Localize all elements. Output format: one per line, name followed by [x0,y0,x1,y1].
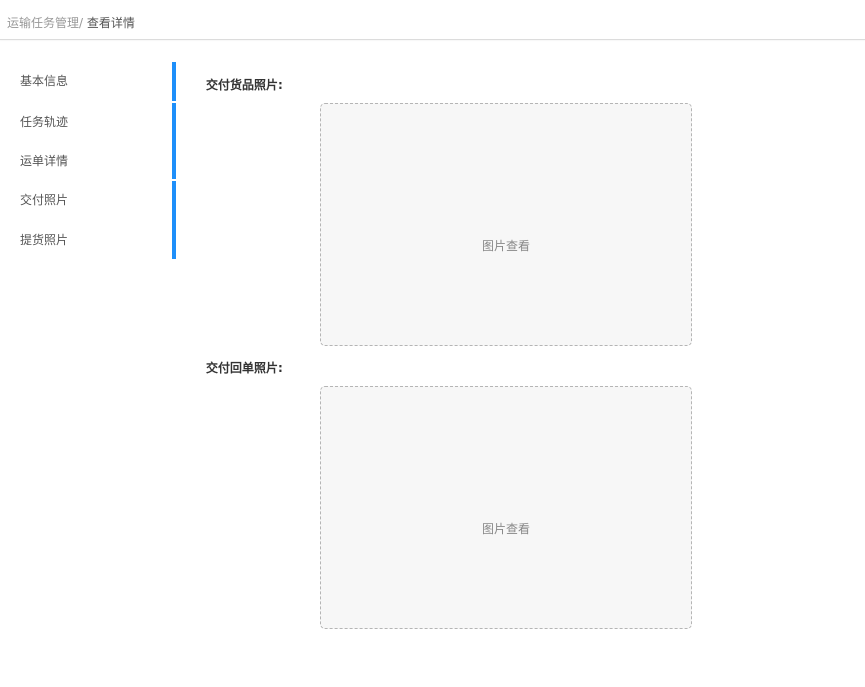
sidebar-item-task-track[interactable]: 任务轨迹 [20,114,68,130]
delivery-goods-photo-box[interactable]: 图片查看 [320,103,692,346]
sidebar-item-waybill-details[interactable]: 运单详情 [20,153,68,169]
photo-view-placeholder: 图片查看 [481,522,530,536]
delivery-receipt-photo-label: 交付回单照片: [206,361,283,375]
delivery-receipt-photo-box[interactable]: 图片查看 [320,386,692,629]
breadcrumb-current: 查看详情 [86,16,135,30]
page: 运输任务管理/ 查看详情 基本信息 任务轨迹 运单详情 交付照片 提货照片 交付… [0,0,865,687]
sidebar-indicator-gap [172,101,176,103]
sidebar-item-pickup-photos[interactable]: 提货照片 [20,232,68,248]
sidebar-indicator-gap [172,179,176,181]
breadcrumb-separator: / [79,16,84,30]
breadcrumb: 运输任务管理/ 查看详情 [7,15,135,31]
sidebar-active-indicator [172,62,176,259]
sidebar-item-delivery-photos[interactable]: 交付照片 [20,192,68,208]
sidebar-item-basic-info[interactable]: 基本信息 [20,73,68,89]
delivery-goods-photo-label: 交付货品照片: [206,78,283,92]
photo-view-placeholder: 图片查看 [481,239,530,253]
breadcrumb-parent-link[interactable]: 运输任务管理 [7,16,79,30]
header: 运输任务管理/ 查看详情 [0,0,865,40]
